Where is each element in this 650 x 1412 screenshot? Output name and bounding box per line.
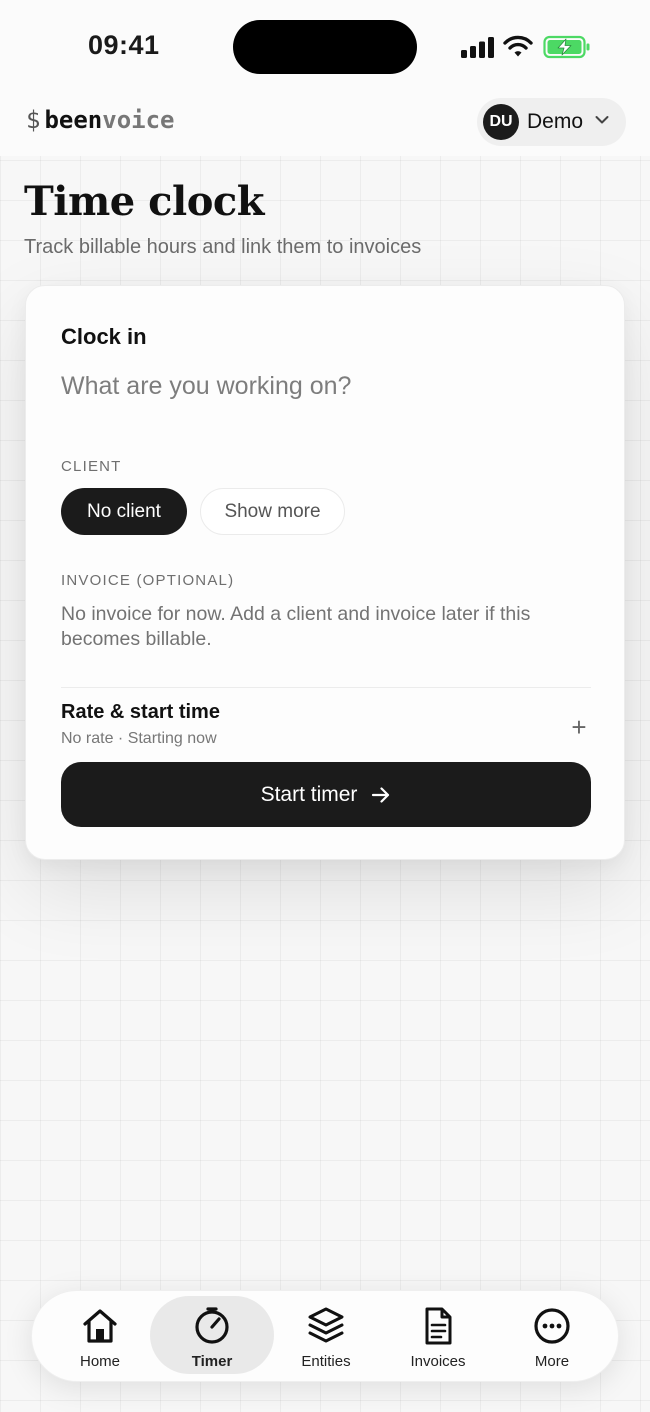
cellular-signal-icon: [461, 37, 494, 58]
rate-start-summary: No rate · Starting now: [61, 730, 217, 747]
app-logo[interactable]: $ beenvoice: [26, 106, 175, 134]
invoice-section-label: INVOICE (OPTIONAL): [61, 572, 235, 589]
timer-icon: [195, 1306, 229, 1344]
wifi-icon: [503, 35, 533, 57]
client-section-label: CLIENT: [61, 458, 122, 475]
account-name: Demo: [527, 110, 584, 133]
layers-icon: [308, 1307, 344, 1342]
start-timer-button[interactable]: Start timer: [61, 762, 591, 827]
nav-item-more[interactable]: More: [490, 1291, 614, 1383]
nav-item-invoices[interactable]: Invoices: [376, 1291, 500, 1383]
account-switcher[interactable]: DU Demo: [477, 98, 626, 146]
document-icon: [425, 1307, 452, 1344]
nav-item-entities[interactable]: Entities: [264, 1291, 388, 1383]
app-header: $ beenvoice DU Demo: [0, 96, 650, 156]
home-icon: [83, 1308, 117, 1343]
status-bar: 09:41: [0, 0, 650, 96]
nav-label-timer: Timer: [191, 1352, 233, 1370]
nav-item-home[interactable]: Home: [38, 1291, 162, 1383]
expand-rate-button[interactable]: +: [566, 714, 592, 740]
battery-charging-icon: [543, 35, 590, 59]
bottom-nav: Home Timer Entities Invoices More: [31, 1290, 619, 1382]
nav-label-invoices: Invoices: [410, 1352, 466, 1370]
rate-start-title[interactable]: Rate & start time: [61, 701, 220, 724]
task-description-input[interactable]: [61, 366, 591, 406]
nav-item-timer[interactable]: Timer: [150, 1291, 274, 1383]
invoice-note: No invoice for now. Add a client and inv…: [61, 603, 531, 650]
nav-label-entities: Entities: [301, 1352, 351, 1370]
arrow-right-icon: [372, 786, 390, 803]
nav-label-more: More: [534, 1352, 570, 1370]
nav-label-home: Home: [79, 1352, 120, 1370]
divider: [61, 687, 591, 688]
chevron-down-icon: [595, 116, 609, 124]
plus-icon: +: [571, 712, 587, 742]
card-title: Clock in: [61, 324, 147, 349]
status-time: 09:41: [88, 30, 160, 60]
logo-dollar: $: [26, 106, 41, 134]
more-icon: [534, 1307, 570, 1344]
page-title: Time clock: [24, 178, 264, 225]
show-more-clients-button[interactable]: Show more: [200, 488, 345, 535]
start-timer-label: Start timer: [260, 782, 358, 806]
logo-strong: been: [44, 106, 103, 134]
logo-light: voice: [102, 106, 175, 134]
page-subtitle: Track billable hours and link them to in…: [24, 236, 422, 258]
client-option-no-client[interactable]: No client: [61, 488, 187, 535]
avatar: DU: [483, 104, 519, 140]
dynamic-island: [233, 20, 417, 74]
clock-in-card: Clock in CLIENT No client Show more INVO…: [25, 285, 625, 860]
